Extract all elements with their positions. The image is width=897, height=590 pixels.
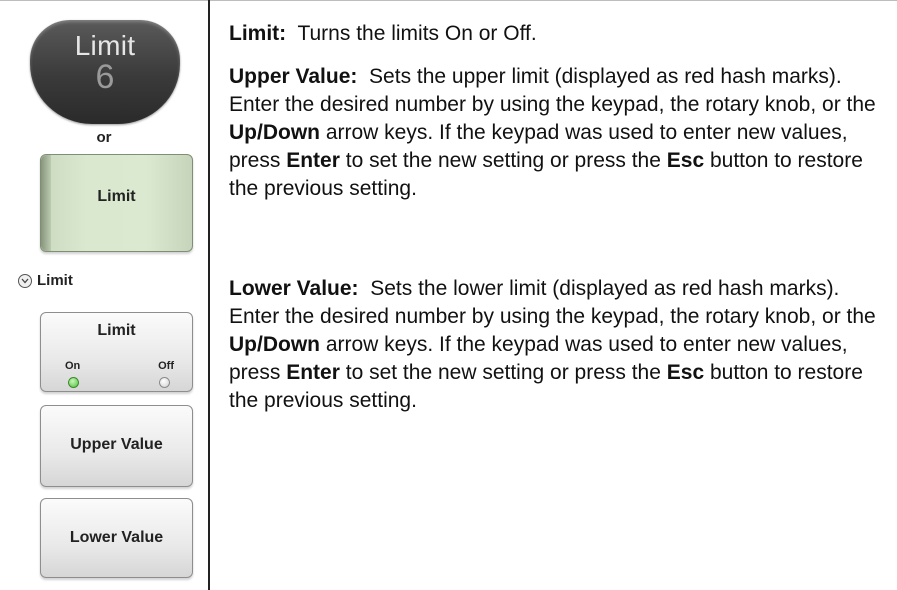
off-indicator-icon (159, 377, 170, 388)
lower-value-button[interactable]: Lower Value (40, 498, 193, 578)
on-indicator-icon (68, 377, 79, 388)
upper-value-text-3: to set the new setting or press the (345, 149, 661, 172)
top-rule (0, 0, 897, 1)
lower-value-key-esc: Esc (666, 361, 705, 384)
upper-value-label: Upper Value (70, 436, 163, 453)
limit-description: Limit: Turns the limits On or Off. (229, 20, 879, 48)
upper-value-button[interactable]: Upper Value (40, 405, 193, 487)
option-on-label: On (65, 360, 81, 372)
lower-value-label: Lower Value (69, 529, 164, 546)
main-softkey-label: Limit (97, 188, 136, 205)
limit-main-softkey[interactable]: Limit (40, 154, 193, 252)
lower-value-text-3: to set the new setting or press the (345, 361, 661, 384)
upper-value-key-enter: Enter (286, 149, 340, 172)
or-separator: or (96, 129, 112, 146)
upper-value-key-updown: Up/Down (229, 121, 320, 144)
limit-menu-title: Limit (18, 272, 73, 289)
lower-value-key-updown: Up/Down (229, 333, 320, 356)
limit-hardkey[interactable]: Limit 6 (30, 20, 180, 124)
upper-value-key-esc: Esc (666, 149, 705, 172)
upper-value-description: Upper Value: Sets the upper limit (displ… (229, 63, 879, 203)
limit-term: Limit: (229, 22, 287, 45)
limit-text: Turns the limits On or Off. (297, 22, 537, 45)
option-off-label: Off (158, 360, 174, 372)
column-divider (208, 0, 210, 590)
limit-toggle-button[interactable]: Limit On Off (40, 312, 193, 392)
lower-value-key-enter: Enter (286, 361, 340, 384)
hardkey-label: Limit (74, 30, 136, 61)
limit-toggle-label: Limit (97, 322, 136, 339)
lower-value-description: Lower Value: Sets the lower limit (displ… (229, 275, 879, 415)
menu-title-label: Limit (37, 272, 73, 289)
hardkey-number: 6 (95, 58, 115, 96)
upper-value-term: Upper Value: (229, 65, 358, 88)
chevron-down-icon (18, 273, 32, 288)
lower-value-term: Lower Value: (229, 277, 359, 300)
